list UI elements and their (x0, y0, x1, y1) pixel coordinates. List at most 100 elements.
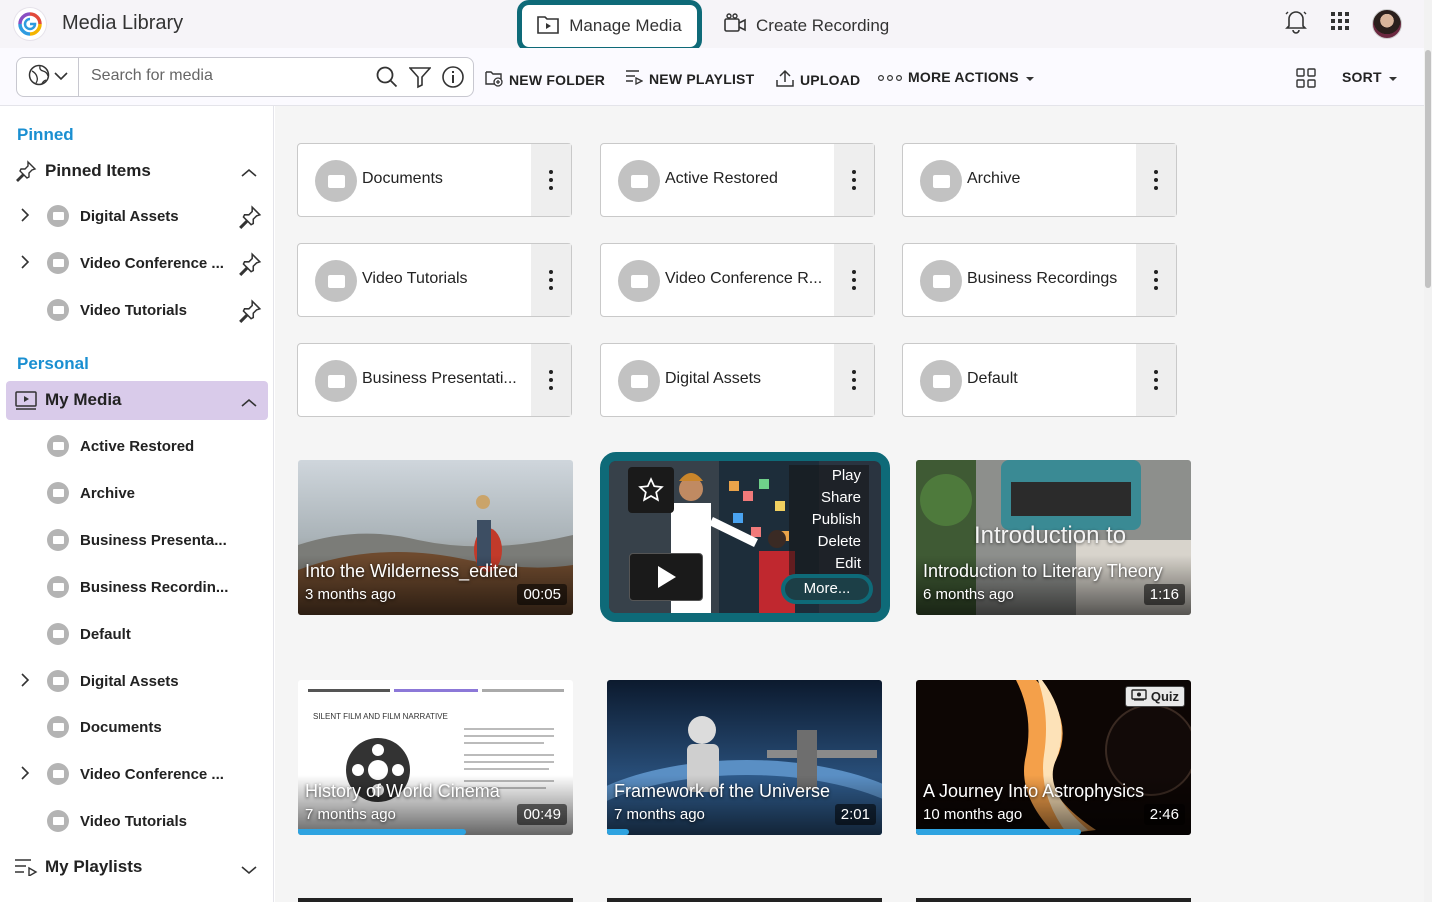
sidebar-folder-item[interactable]: Video Tutorials (0, 290, 274, 330)
folder-name: Business Recordings (967, 270, 1118, 287)
quiz-icon (1131, 689, 1147, 704)
upload-button[interactable]: UPLOAD (776, 69, 860, 90)
chevron-right-icon[interactable] (20, 208, 30, 227)
media-card[interactable]: Quiz A Journey Into Astrophysics 10 mont… (916, 680, 1191, 835)
kebab-menu-icon[interactable] (531, 144, 571, 216)
app-logo[interactable] (14, 8, 46, 40)
scrollbar-thumb[interactable] (1425, 50, 1431, 288)
manage-media-tab[interactable]: Manage Media (517, 0, 702, 52)
share-action[interactable]: Share (789, 487, 869, 509)
folder-card[interactable]: Default (902, 343, 1177, 417)
pin-icon[interactable] (238, 252, 262, 281)
chevron-up-icon[interactable] (241, 165, 257, 183)
new-folder-button[interactable]: NEW FOLDER (485, 69, 605, 90)
info-icon[interactable] (441, 65, 465, 94)
search-scope-dropdown[interactable] (17, 58, 79, 96)
folder-card[interactable]: Video Tutorials (297, 243, 572, 317)
sidebar-folder-label: Business Presenta... (80, 531, 227, 549)
folder-name: Business Presentati... (362, 370, 517, 387)
chevron-up-icon[interactable] (241, 395, 257, 413)
filter-icon[interactable] (408, 65, 432, 94)
folder-name: Active Restored (665, 170, 778, 187)
media-card[interactable]: SILENT FILM AND FILM NARRATIVE History o… (298, 680, 573, 835)
media-action-menu: Play Share Publish Delete Edit (789, 465, 869, 575)
media-age: 7 months ago (614, 806, 705, 823)
new-playlist-button[interactable]: NEW PLAYLIST (625, 69, 754, 88)
more-button[interactable]: More... (781, 574, 873, 604)
upload-icon (776, 69, 794, 90)
kebab-menu-icon[interactable] (1136, 244, 1176, 316)
kebab-menu-icon[interactable] (531, 344, 571, 416)
search-icon[interactable] (375, 65, 399, 94)
pin-icon[interactable] (238, 205, 262, 234)
play-action[interactable]: Play (789, 465, 869, 487)
media-card-focused[interactable]: Play Share Publish Delete Edit More... (600, 452, 890, 622)
sidebar-folder-item[interactable]: Business Recordin... (0, 567, 274, 607)
sidebar-folder-item[interactable]: Default (0, 614, 274, 654)
folder-card[interactable]: Archive (902, 143, 1177, 217)
media-age: 10 months ago (923, 806, 1023, 823)
chevron-right-icon[interactable] (20, 255, 30, 274)
folder-card[interactable]: Documents (297, 143, 572, 217)
play-button[interactable] (629, 553, 703, 601)
my-playlists-row[interactable]: My Playlists (0, 847, 274, 887)
search-actions (375, 65, 465, 94)
kebab-menu-icon[interactable] (1136, 144, 1176, 216)
kebab-menu-icon[interactable] (834, 144, 874, 216)
media-card-partial[interactable] (916, 898, 1191, 902)
kebab-menu-icon[interactable] (1136, 344, 1176, 416)
search-box (16, 57, 474, 97)
media-age: 7 months ago (305, 806, 396, 823)
star-button[interactable] (628, 467, 674, 513)
sidebar-folder-label: Video Conference ... (80, 254, 224, 272)
folder-card[interactable]: Video Conference R... (600, 243, 875, 317)
sidebar-folder-item[interactable]: Active Restored (0, 426, 274, 466)
media-card-partial[interactable] (298, 898, 573, 902)
apps-grid-icon[interactable] (1330, 11, 1350, 36)
media-card-partial[interactable] (607, 898, 882, 902)
kebab-menu-icon[interactable] (531, 244, 571, 316)
media-card[interactable]: Framework of the Universe 7 months ago 2… (607, 680, 882, 835)
search-input[interactable] (91, 67, 361, 85)
create-recording-tab[interactable]: Create Recording (724, 13, 889, 38)
new-playlist-label: NEW PLAYLIST (649, 70, 755, 87)
bell-icon[interactable] (1284, 8, 1308, 39)
media-card[interactable]: Introduction to Introduction to Literary… (916, 460, 1191, 615)
folder-card[interactable]: Active Restored (600, 143, 875, 217)
chevron-right-icon[interactable] (20, 673, 30, 692)
kebab-menu-icon[interactable] (834, 344, 874, 416)
edit-action[interactable]: Edit (789, 553, 869, 575)
sidebar-folder-item[interactable]: Video Tutorials (0, 801, 274, 841)
sidebar-folder-label: Digital Assets (80, 207, 179, 225)
sort-button[interactable]: SORT (1342, 69, 1398, 85)
sidebar-folder-item[interactable]: Video Conference ... (0, 243, 274, 283)
kebab-menu-icon[interactable] (834, 244, 874, 316)
sidebar-folder-item[interactable]: Digital Assets (0, 661, 274, 701)
folder-icon (315, 160, 357, 202)
delete-action[interactable]: Delete (789, 531, 869, 553)
chevron-down-icon[interactable] (241, 862, 257, 880)
folder-icon (47, 205, 69, 227)
media-duration: 00:49 (517, 804, 567, 825)
folder-icon (47, 623, 69, 645)
folder-card[interactable]: Digital Assets (600, 343, 875, 417)
folder-card[interactable]: Business Recordings (902, 243, 1177, 317)
pinned-items-header[interactable]: Pinned Items (0, 151, 274, 191)
pin-icon[interactable] (238, 299, 262, 328)
sidebar-folder-item[interactable]: Video Conference ... (0, 754, 274, 794)
sidebar-folder-item[interactable]: Documents (0, 707, 274, 747)
watch-progress-bar (298, 829, 466, 835)
chevron-right-icon[interactable] (20, 766, 30, 785)
more-actions-button[interactable]: MORE ACTIONS (877, 69, 1035, 85)
sidebar-folder-item[interactable]: Digital Assets (0, 196, 274, 236)
folder-card[interactable]: Business Presentati... (297, 343, 572, 417)
publish-action[interactable]: Publish (789, 509, 869, 531)
personal-section-label: Personal (17, 354, 89, 373)
sidebar-folder-item[interactable]: Archive (0, 473, 274, 513)
user-avatar[interactable] (1372, 8, 1402, 39)
watch-progress-bar (607, 829, 629, 835)
grid-view-button[interactable] (1296, 68, 1316, 91)
media-card[interactable]: Into the Wilderness_edited 3 months ago … (298, 460, 573, 615)
slide-heading: SILENT FILM AND FILM NARRATIVE (313, 712, 448, 721)
sidebar-folder-item[interactable]: Business Presenta... (0, 520, 274, 560)
